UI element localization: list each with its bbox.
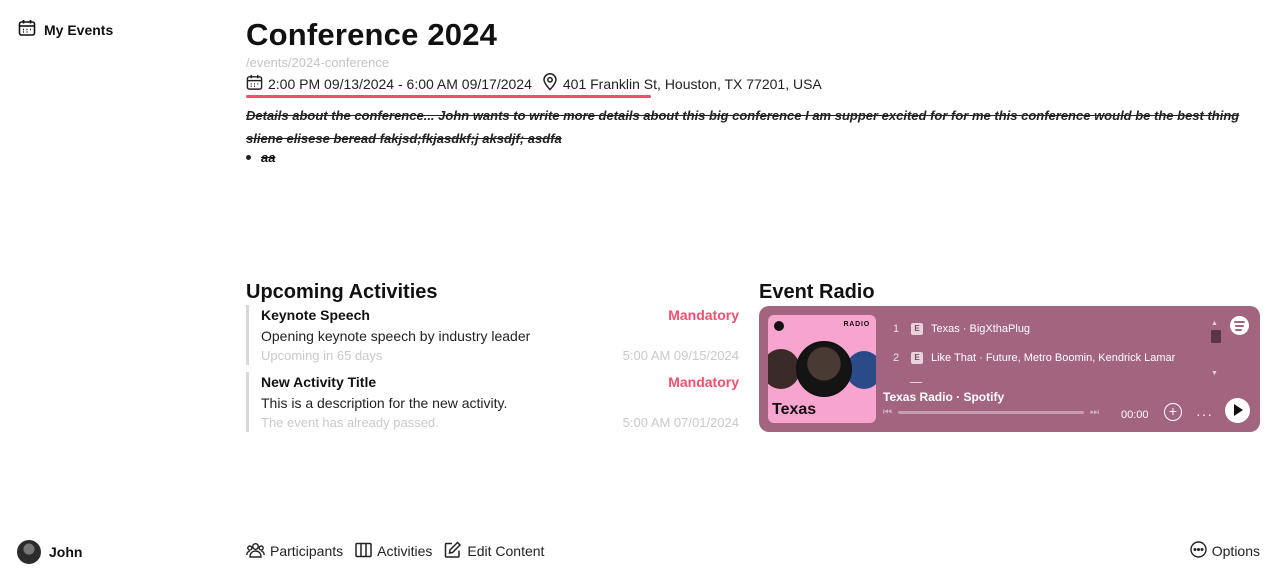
columns-icon xyxy=(355,542,372,561)
activity-item[interactable]: New Activity Title Mandatory This is a d… xyxy=(246,372,739,432)
calendar-icon xyxy=(18,19,36,40)
activity-title: New Activity Title xyxy=(261,374,377,390)
spotify-player: RADIO Texas 1 E Texas · BigXthaPlug 2 E … xyxy=(759,306,1260,432)
activity-title: Keynote Speech xyxy=(261,307,370,323)
previous-track-icon[interactable]: ⏮ xyxy=(883,407,892,418)
details-bullet-item: aa xyxy=(246,150,275,165)
edit-content-button[interactable]: Edit Content xyxy=(444,541,544,561)
sidebar-title: My Events xyxy=(44,21,114,38)
sidebar-my-events[interactable]: My Events xyxy=(18,19,113,40)
options-label: Options xyxy=(1211,543,1260,559)
event-details: Details about the conference... John wan… xyxy=(246,108,1240,146)
track-row[interactable]: 1 E Texas · BigXthaPlug xyxy=(893,323,1030,335)
tracklist-scrollbar[interactable] xyxy=(1211,330,1221,343)
options-button[interactable]: Options xyxy=(1190,541,1260,561)
accent-underline xyxy=(246,95,651,98)
event-slug: /events/2024-conference xyxy=(246,55,390,70)
activities-list: Keynote Speech Mandatory Opening keynote… xyxy=(246,305,739,439)
cover-label: RADIO xyxy=(843,321,870,328)
event-time: 2:00 PM 09/13/2024 - 6:00 AM 09/17/2024 xyxy=(246,74,532,94)
cover-title: Texas xyxy=(772,401,817,418)
scroll-up-icon[interactable]: ▲ xyxy=(1211,320,1218,327)
play-button[interactable] xyxy=(1225,398,1250,423)
activity-status: The event has already passed. xyxy=(261,415,439,430)
event-meta: 2:00 PM 09/13/2024 - 6:00 AM 09/17/2024 … xyxy=(246,73,822,94)
activities-button[interactable]: Activities xyxy=(355,542,432,561)
progress-bar[interactable] xyxy=(898,411,1084,414)
event-address: 401 Franklin St, Houston, TX 77201, USA xyxy=(562,75,822,92)
page-title: Conference 2024 xyxy=(246,17,498,52)
playback-time: 00:00 xyxy=(1121,409,1149,421)
bullet-dot xyxy=(246,155,251,160)
spotify-icon[interactable] xyxy=(1230,316,1249,335)
playlist-cover: RADIO Texas xyxy=(768,315,876,423)
mandatory-badge: Mandatory xyxy=(668,307,739,323)
track-number: 1 xyxy=(893,323,900,335)
playlist-source: Texas Radio · Spotify xyxy=(883,390,1005,404)
activity-date: 5:00 AM 07/01/2024 xyxy=(622,415,739,430)
artist-image xyxy=(796,341,852,397)
event-location: 401 Franklin St, Houston, TX 77201, USA xyxy=(542,73,822,94)
explicit-badge: E xyxy=(911,323,923,335)
more-options-icon[interactable]: ··· xyxy=(1196,406,1213,422)
activities-label: Activities xyxy=(377,543,433,559)
more-options-circle-icon xyxy=(1190,541,1207,561)
bullet-text: aa xyxy=(261,150,276,165)
more-tracks-indicator xyxy=(910,382,922,383)
activity-status: Upcoming in 65 days xyxy=(261,348,383,363)
activity-description: This is a description for the new activi… xyxy=(261,395,508,411)
track-row[interactable]: 2 E Like That · Future, Metro Boomin, Ke… xyxy=(893,352,1175,364)
activity-date: 5:00 AM 09/15/2024 xyxy=(622,348,739,363)
avatar xyxy=(17,540,41,564)
users-icon xyxy=(246,542,265,561)
spotify-mini-icon xyxy=(774,321,784,331)
next-track-icon[interactable]: ⏭ xyxy=(1090,407,1099,418)
event-time-range: 2:00 PM 09/13/2024 - 6:00 AM 09/17/2024 xyxy=(268,75,532,92)
edit-icon xyxy=(444,541,462,561)
track-title: Texas · BigXthaPlug xyxy=(931,323,1031,335)
user-profile[interactable]: John xyxy=(17,540,82,564)
activity-description: Opening keynote speech by industry leade… xyxy=(261,328,531,344)
playback-controls: ⏮ ⏭ xyxy=(883,407,1099,418)
mandatory-badge: Mandatory xyxy=(668,374,739,390)
participants-button[interactable]: Participants xyxy=(246,542,343,561)
bottom-nav: Participants Activities Edit Content xyxy=(246,541,544,561)
participants-label: Participants xyxy=(270,543,344,559)
track-number: 2 xyxy=(893,352,900,364)
edit-content-label: Edit Content xyxy=(467,543,545,559)
location-pin-icon xyxy=(542,73,558,94)
add-icon[interactable]: + xyxy=(1164,403,1182,421)
radio-heading: Event Radio xyxy=(759,281,875,303)
activities-heading: Upcoming Activities xyxy=(246,281,438,303)
scroll-down-icon[interactable]: ▼ xyxy=(1211,370,1218,377)
track-title: Like That · Future, Metro Boomin, Kendri… xyxy=(931,352,1176,364)
explicit-badge: E xyxy=(911,352,923,364)
user-name: John xyxy=(49,544,83,560)
calendar-icon xyxy=(246,74,263,94)
activity-item[interactable]: Keynote Speech Mandatory Opening keynote… xyxy=(246,305,739,365)
